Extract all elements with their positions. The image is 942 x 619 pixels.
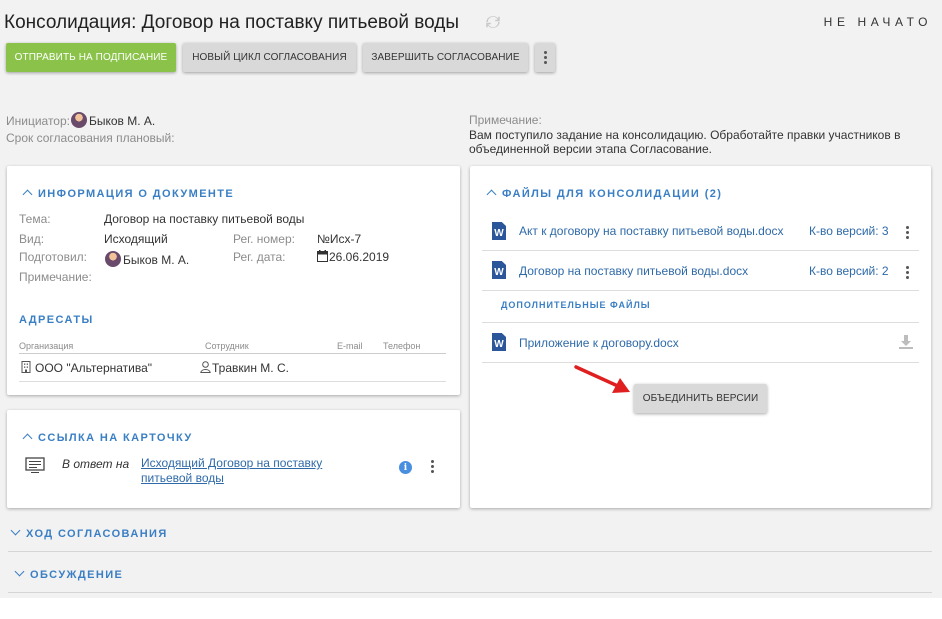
document-info-card: ИНФОРМАЦИЯ О ДОКУМЕНТЕ Тема: Договор на … <box>7 166 460 395</box>
files-header[interactable]: ФАЙЛЫ ДЛЯ КОНСОЛИДАЦИИ (2) <box>486 188 722 200</box>
column-header-phone: Телефон <box>383 341 421 351</box>
file-versions[interactable]: К-во версий: 2 <box>809 264 889 278</box>
note-text-line1: Вам поступило задание на консолидацию. О… <box>469 128 901 142</box>
column-header-organization: Организация <box>19 341 74 351</box>
subject-label: Тема: <box>19 212 51 226</box>
calendar-icon <box>317 250 328 262</box>
merge-versions-button[interactable]: ОБЪЕДИНИТЬ ВЕРСИИ <box>634 384 767 413</box>
download-icon[interactable] <box>898 334 914 350</box>
chevron-down-icon <box>10 525 21 536</box>
kind-label: Вид: <box>19 232 45 246</box>
row-divider <box>482 290 919 291</box>
note-label: Примечание: <box>469 113 542 127</box>
row-divider <box>482 362 919 363</box>
prepared-value[interactable]: Быков М. А. <box>104 251 189 267</box>
file-menu-icon[interactable] <box>902 264 912 280</box>
reg-date-label: Рег. дата: <box>233 250 286 264</box>
chevron-up-icon <box>22 189 33 200</box>
send-for-signing-button[interactable]: ОТПРАВИТЬ НА ПОДПИСАНИЕ <box>6 43 176 72</box>
chevron-up-icon <box>22 433 33 444</box>
more-actions-button[interactable] <box>535 43 555 72</box>
avatar <box>70 112 87 128</box>
discussion-header: ОБСУЖДЕНИЕ <box>14 566 123 581</box>
file-versions[interactable]: К-во версий: 3 <box>809 224 889 238</box>
file-name[interactable]: Акт к договору на поставку питьевой воды… <box>519 224 784 238</box>
finish-approval-button[interactable]: ЗАВЕРШИТЬ СОГЛАСОВАНИЕ <box>363 43 528 72</box>
file-name[interactable]: Приложение к договору.docx <box>519 336 679 350</box>
initiator-row: Инициатор: Быков М. А. <box>6 112 155 128</box>
table-divider <box>19 353 446 354</box>
card-link-header[interactable]: ССЫЛКА НА КАРТОЧКУ <box>22 432 193 444</box>
deadline-label: Срок согласования плановый: <box>6 131 175 145</box>
reg-number-value: №Исх-7 <box>317 232 362 246</box>
initiator-label: Инициатор: <box>6 114 70 128</box>
new-approval-cycle-button[interactable]: НОВЫЙ ЦИКЛ СОГЛАСОВАНИЯ <box>183 43 356 72</box>
chevron-up-icon <box>486 189 497 200</box>
card-link-menu-icon[interactable] <box>427 458 437 474</box>
person-icon <box>200 361 211 373</box>
info-icon[interactable]: i <box>399 461 412 474</box>
additional-files-header: ДОПОЛНИТЕЛЬНЫЕ ФАЙЛЫ <box>501 300 651 310</box>
building-icon <box>21 361 31 373</box>
approval-progress-section[interactable]: ХОД СОГЛАСОВАНИЯ <box>8 512 932 552</box>
status-badge: НЕ НАЧАТО <box>823 15 932 29</box>
row-divider <box>482 322 919 323</box>
word-file-icon: W <box>492 222 506 240</box>
files-card: ФАЙЛЫ ДЛЯ КОНСОЛИДАЦИИ (2) W Акт к догов… <box>470 166 931 508</box>
chevron-down-icon <box>14 566 25 577</box>
addressees-header: АДРЕСАТЫ <box>19 314 94 326</box>
card-icon <box>25 457 45 473</box>
word-file-icon: W <box>492 261 506 279</box>
doc-note-label: Примечание: <box>19 270 92 284</box>
refresh-icon[interactable] <box>484 13 502 31</box>
prepared-label: Подготовил: <box>19 250 88 264</box>
note-text-line2: объединенной версии этапа Согласование. <box>469 142 712 156</box>
page-footer-area <box>0 598 942 619</box>
linked-card-link[interactable]: Исходящий Договор на поставку питьевой в… <box>141 456 322 486</box>
page-title: Консолидация: Договор на поставку питьев… <box>4 12 460 33</box>
reg-number-label: Рег. номер: <box>233 232 295 246</box>
addressee-org: ООО "Альтернатива" <box>35 361 153 375</box>
row-divider <box>482 250 919 251</box>
approval-progress-header: ХОД СОГЛАСОВАНИЯ <box>10 525 168 540</box>
column-header-email: E-mail <box>337 341 363 351</box>
document-info-header[interactable]: ИНФОРМАЦИЯ О ДОКУМЕНТЕ <box>22 188 234 200</box>
discussion-section[interactable]: ОБСУЖДЕНИЕ <box>8 553 932 593</box>
word-file-icon: W <box>492 333 506 351</box>
file-name[interactable]: Договор на поставку питьевой воды.docx <box>519 264 748 278</box>
kind-value: Исходящий <box>104 232 168 246</box>
file-menu-icon[interactable] <box>902 224 912 240</box>
reg-date-value: 26.06.2019 <box>329 250 390 264</box>
addressee-employee: Травкин М. С. <box>212 361 289 375</box>
column-header-employee: Сотрудник <box>205 341 249 351</box>
red-arrow-icon <box>574 365 630 393</box>
row-divider <box>19 381 446 382</box>
subject-value: Договор на поставку питьевой воды <box>104 212 305 226</box>
relation-label: В ответ на <box>62 457 130 471</box>
initiator-value[interactable]: Быков М. А. <box>89 114 155 128</box>
avatar <box>105 251 121 267</box>
card-link-card: ССЫЛКА НА КАРТОЧКУ В ответ на Исходящий … <box>7 410 460 508</box>
